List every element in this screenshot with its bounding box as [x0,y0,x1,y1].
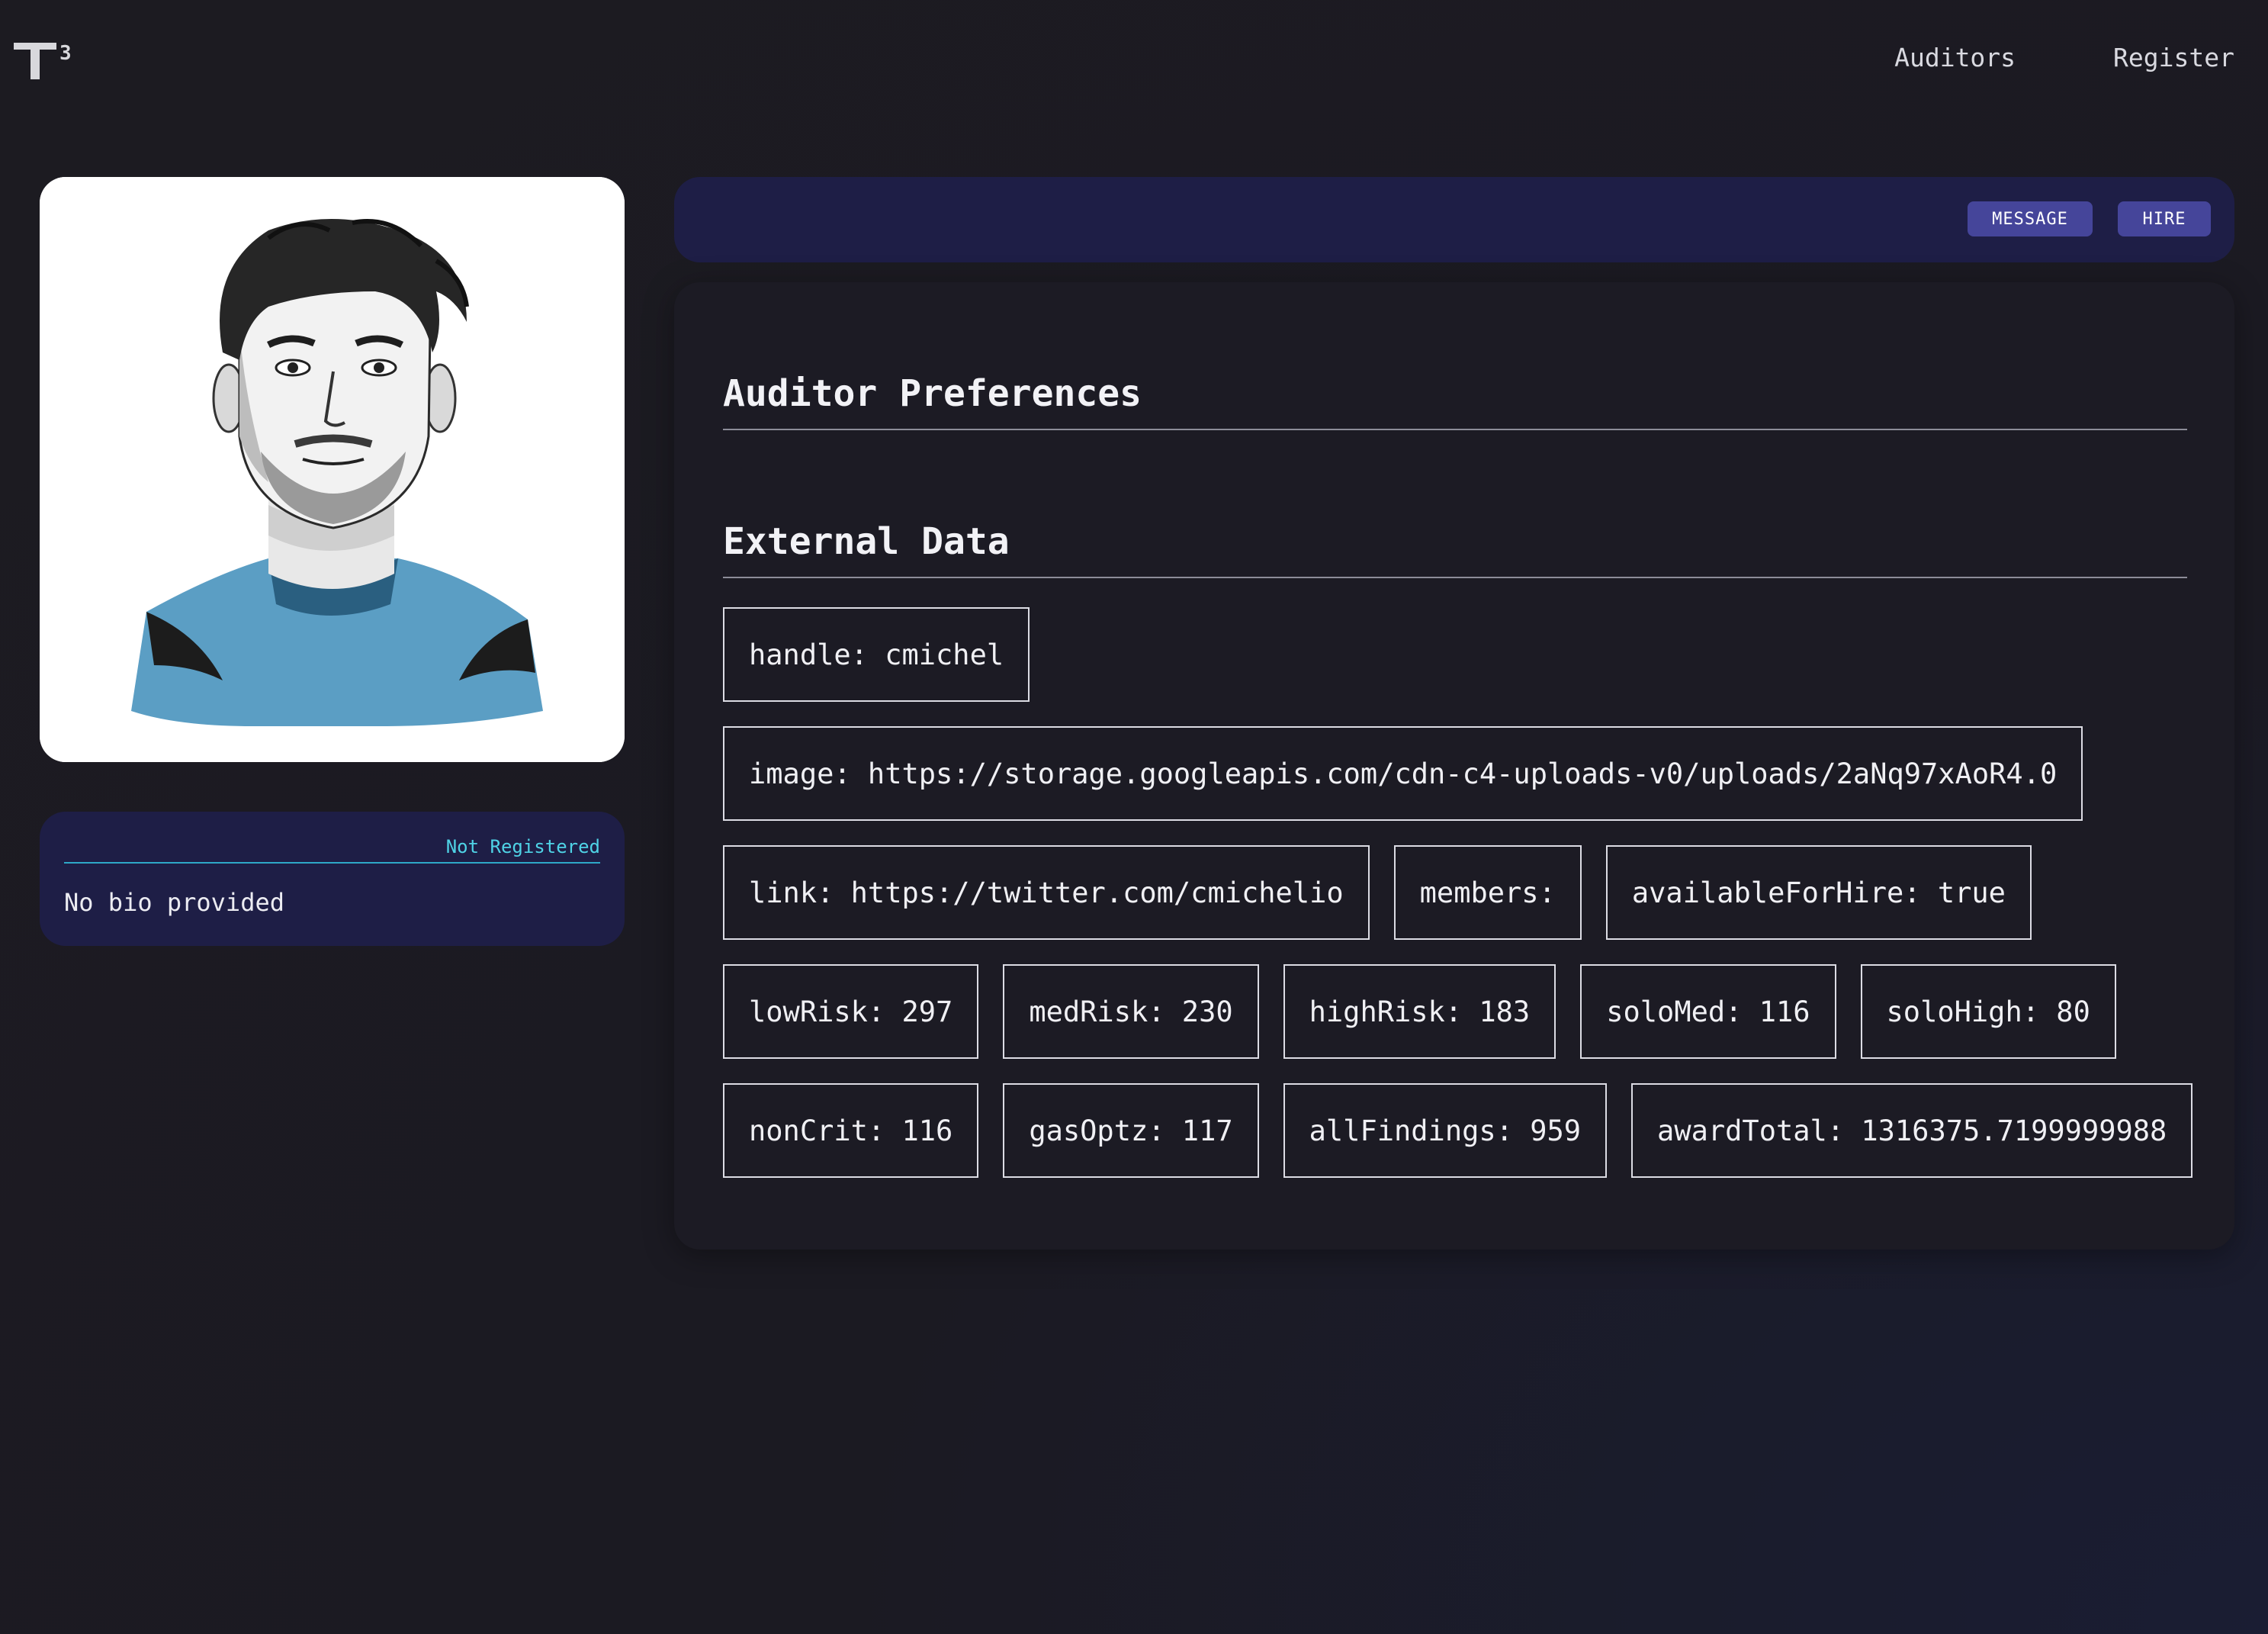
data-chip-image: image: https://storage.googleapis.com/cd… [723,726,2083,821]
data-chip-all-findings: allFindings: 959 [1283,1083,1608,1178]
site-logo[interactable]: 3 [14,40,78,82]
data-chip-non-crit: nonCrit: 116 [723,1083,979,1178]
data-chip-solo-high: soloHigh: 80 [1860,964,2116,1059]
nav-auditors-link[interactable]: Auditors [1894,43,2016,72]
data-chip-solo-med: soloMed: 116 [1580,964,1836,1059]
data-chip-med-risk: medRisk: 230 [1003,964,1259,1059]
data-chip-handle: handle: cmichel [723,607,1030,702]
registration-status: Not Registered [64,836,600,864]
details-panel: Auditor Preferences External Data handle… [674,282,2234,1250]
data-chip-available-for-hire: availableForHire: true [1605,845,2032,940]
logo-icon: 3 [14,42,72,79]
data-chip-gas-optz: gasOptz: 117 [1003,1083,1259,1178]
nav-register-link[interactable]: Register [2113,43,2234,72]
data-row: link: https://twitter.com/cmichelio memb… [723,845,2202,940]
top-nav: Auditors Register [1894,43,2234,72]
action-bar: MESSAGE HIRE [674,177,2234,262]
avatar-card [40,177,625,762]
data-chip-high-risk: highRisk: 183 [1283,964,1556,1059]
logo-superscript: 3 [59,42,72,65]
bio-text: No bio provided [64,888,284,917]
data-row: nonCrit: 116 gasOptz: 117 allFindings: 9… [723,1083,2202,1178]
data-row: lowRisk: 297 medRisk: 230 highRisk: 183 … [723,964,2202,1059]
bio-card: Not Registered No bio provided [40,812,625,946]
data-row: image: https://storage.googleapis.com/cd… [723,726,2202,821]
external-data-list: handle: cmichel image: https://storage.g… [723,607,2202,1202]
data-chip-award-total: awardTotal: 1316375.7199999988 [1631,1083,2193,1178]
data-chip-members: members: [1393,845,1582,940]
avatar [40,177,625,762]
message-button[interactable]: MESSAGE [1968,201,2093,236]
hire-button[interactable]: HIRE [2118,201,2211,236]
data-chip-link: link: https://twitter.com/cmichelio [723,845,1370,940]
auditor-preferences-heading: Auditor Preferences [723,372,2187,430]
data-chip-low-risk: lowRisk: 297 [723,964,979,1059]
external-data-heading: External Data [723,520,2187,578]
data-row: handle: cmichel [723,607,2202,702]
